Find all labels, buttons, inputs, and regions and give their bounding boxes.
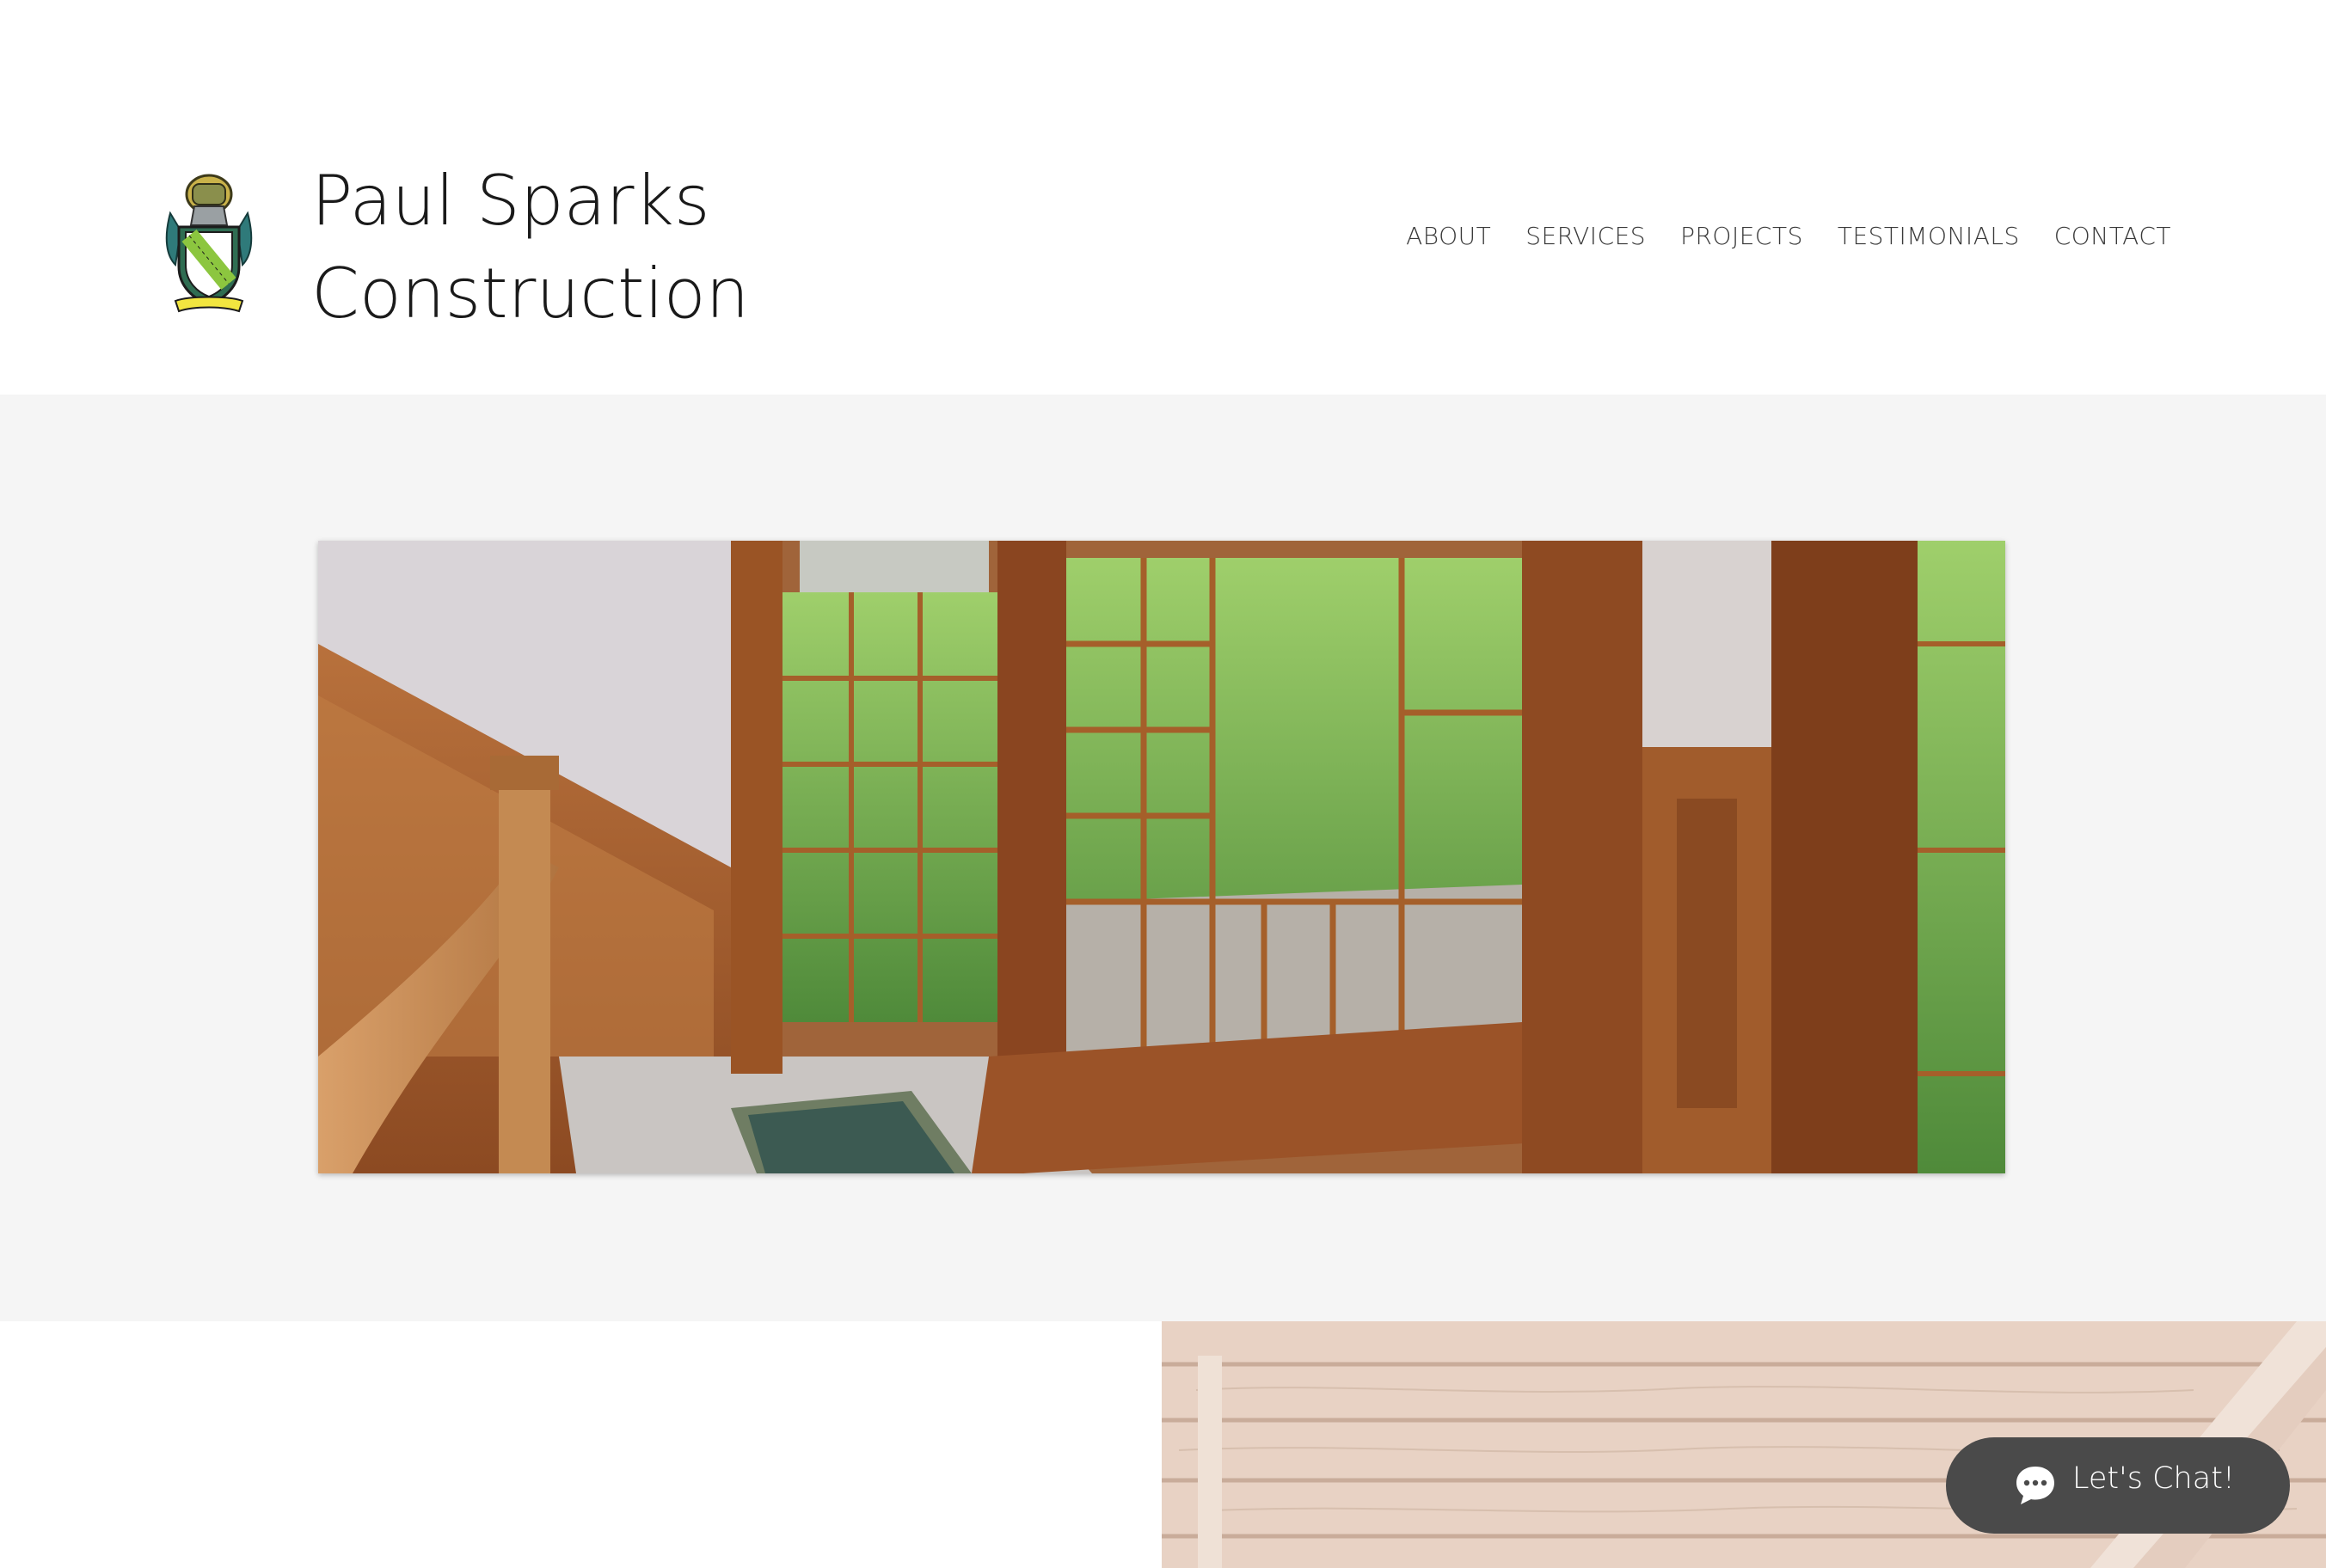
nav-item-contact[interactable]: CONTACT [2037,222,2188,250]
chat-button[interactable]: Let's Chat! [1946,1437,2290,1534]
chat-bubble-icon [2013,1463,2058,1508]
hero-image-staircase-windows [318,541,2005,1173]
nav-item-testimonials[interactable]: TESTIMONIALS [1820,222,2037,250]
nav-item-projects[interactable]: PROJECTS [1663,222,1820,250]
hero-section [0,395,2326,1321]
lower-text-area [0,1321,1162,1568]
nav-item-about[interactable]: ABOUT [1389,222,1508,250]
site-header: Paul Sparks Construction ABOUT SERVICES … [0,0,2326,395]
site-title-line-1: Paul Sparks [311,161,710,241]
family-crest-logo-icon[interactable] [163,170,255,315]
main-nav: ABOUT SERVICES PROJECTS TESTIMONIALS CON… [1389,222,2188,250]
site-title-line-2: Construction [311,254,750,334]
chat-label: Let's Chat! [2072,1461,2235,1496]
site-title[interactable]: Paul Sparks Construction [311,155,749,340]
nav-item-services[interactable]: SERVICES [1508,222,1663,250]
